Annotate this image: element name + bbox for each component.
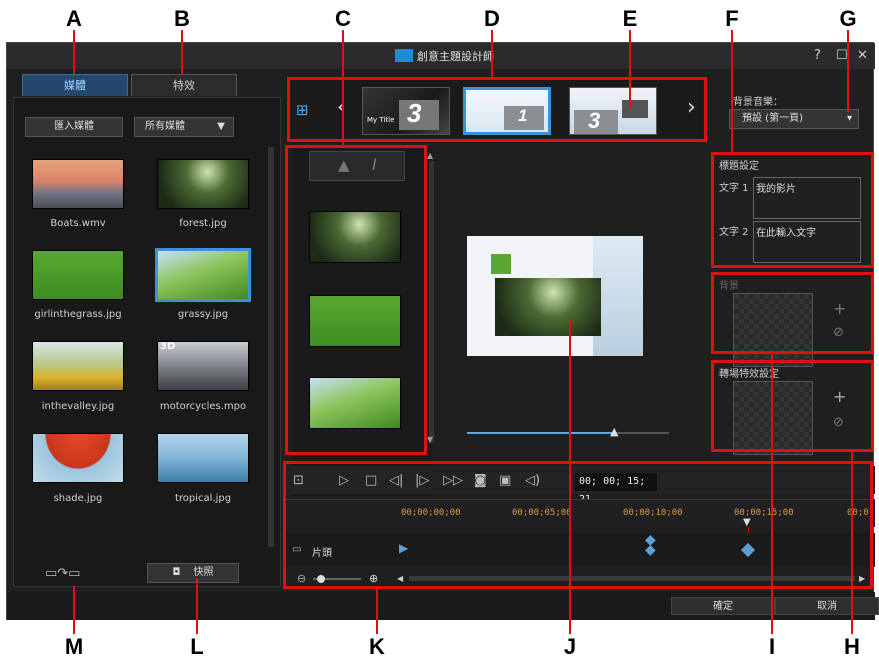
callout-j: J — [563, 634, 577, 659]
import-media-button[interactable]: 匯入媒體 — [25, 117, 123, 137]
callout-line-a — [73, 30, 75, 74]
media-filter-select[interactable]: 所有媒體 ▼ — [134, 117, 234, 137]
scroll-up-icon[interactable]: ▲ — [427, 151, 433, 160]
callout-line-g — [847, 30, 849, 112]
3d-badge: 3D — [160, 341, 176, 352]
window-title: 創意主題設計師 — [417, 51, 494, 63]
storyboard-toggle-icon[interactable]: ▭↷▭ — [45, 566, 80, 581]
ok-button[interactable]: 確定 — [671, 597, 775, 615]
media-thumb-forest[interactable] — [157, 159, 249, 209]
callout-c: C — [335, 6, 351, 31]
media-label: motorcycles.mpo — [159, 401, 247, 412]
tab-effects[interactable]: 特效 — [131, 74, 237, 96]
media-label: girlinthegrass.jpg — [34, 309, 122, 320]
callout-box-i — [711, 272, 874, 354]
chevron-down-icon: ▼ — [217, 121, 225, 132]
scroll-down-icon[interactable]: ▼ — [427, 435, 433, 444]
callout-line-j — [569, 318, 571, 634]
callout-e: E — [622, 6, 638, 31]
app-logo-icon — [395, 49, 413, 62]
media-scrollbar[interactable] — [268, 147, 274, 547]
callout-k: K — [369, 634, 385, 659]
bg-music-select[interactable]: 預設 (第一頁) ▾ — [729, 109, 859, 129]
callout-h: H — [844, 634, 860, 659]
seek-handle-icon[interactable]: ▲ — [610, 425, 618, 438]
callout-d: D — [484, 6, 500, 31]
callout-i: I — [768, 634, 776, 659]
snapshot-button[interactable]: ◘ 快照 — [147, 563, 239, 583]
bg-music-label: 背景音樂： — [733, 97, 783, 108]
callout-box-c — [285, 145, 427, 455]
callout-line-d — [491, 30, 493, 78]
media-thumb-boats[interactable] — [32, 159, 124, 209]
callout-line-h — [851, 452, 853, 634]
chevron-down-icon: ▾ — [846, 113, 852, 124]
media-thumb-tropical[interactable] — [157, 433, 249, 483]
bg-music-value: 預設 (第一頁) — [742, 113, 803, 124]
tab-media[interactable]: 媒體 — [22, 74, 128, 96]
callout-box-f — [711, 152, 874, 268]
callout-line-f — [731, 30, 733, 153]
media-label: grassy.jpg — [177, 309, 229, 320]
snapshot-label: 快照 — [193, 567, 214, 578]
preview-canvas[interactable] — [467, 236, 643, 356]
media-label: shade.jpg — [53, 493, 103, 504]
maximize-icon[interactable]: ☐ — [836, 48, 848, 63]
media-label: forest.jpg — [179, 218, 227, 229]
media-filter-label: 所有媒體 — [145, 121, 185, 132]
media-thumb-grassy[interactable] — [155, 248, 251, 302]
callout-box-k — [283, 461, 873, 589]
placeholder-scrollbar[interactable] — [429, 161, 434, 443]
media-label: tropical.jpg — [174, 493, 232, 504]
media-label: Boats.wmv — [50, 218, 106, 229]
cancel-button[interactable]: 取消 — [775, 597, 879, 615]
callout-line-l — [196, 578, 198, 634]
media-thumb-girlinthegrass[interactable] — [32, 250, 124, 300]
media-thumb-motorcycles[interactable]: 3D — [157, 341, 249, 391]
callout-line-c — [342, 30, 344, 146]
callout-b: B — [174, 6, 190, 31]
callout-g: G — [839, 6, 857, 31]
callout-m: M — [64, 634, 84, 659]
callout-f: F — [725, 6, 739, 31]
callout-l: L — [190, 634, 204, 659]
media-label: inthevalley.jpg — [41, 401, 115, 412]
preview-seek-track[interactable] — [467, 432, 669, 434]
callout-a: A — [66, 6, 82, 31]
callout-line-m — [73, 586, 75, 634]
media-thumb-shade[interactable] — [32, 433, 124, 483]
callout-line-e — [629, 30, 631, 108]
callout-box-d — [287, 77, 707, 142]
callout-line-k — [376, 589, 378, 634]
help-icon[interactable]: ? — [814, 48, 821, 63]
callout-line-i — [771, 354, 773, 634]
callout-box-h — [711, 360, 874, 452]
callout-line-b — [181, 30, 183, 74]
close-icon[interactable]: ✕ — [857, 48, 868, 63]
camera-icon: ◘ — [172, 567, 181, 578]
media-thumb-inthevalley[interactable] — [32, 341, 124, 391]
